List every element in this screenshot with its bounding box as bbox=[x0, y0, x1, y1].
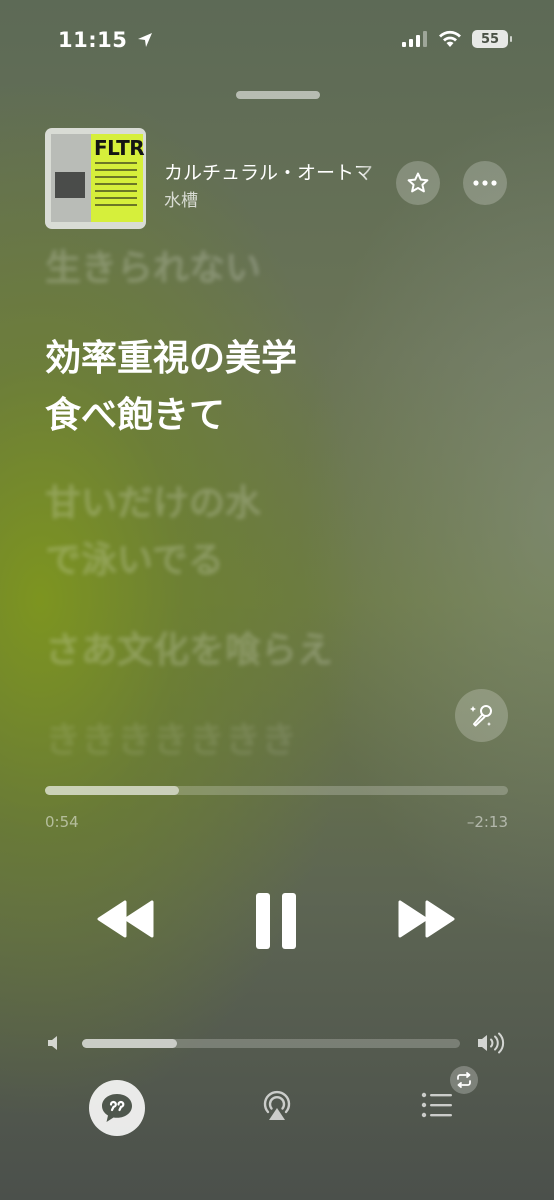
elapsed-time: 0:54 bbox=[45, 813, 79, 831]
album-artwork[interactable]: FLTR bbox=[45, 128, 146, 229]
quote-bubble-icon bbox=[102, 1094, 132, 1122]
repeat-icon bbox=[457, 1072, 471, 1088]
lyric-line-previous[interactable]: 生きられない bbox=[45, 240, 261, 298]
ellipsis-icon bbox=[473, 180, 497, 186]
sheet-grabber[interactable] bbox=[236, 91, 320, 99]
playback-scrubber[interactable] bbox=[45, 786, 508, 795]
lyric-line-upcoming[interactable]: ききききききき bbox=[45, 712, 297, 770]
queue-list-icon[interactable] bbox=[420, 1091, 454, 1119]
lyric-line-upcoming[interactable]: で泳いでる bbox=[45, 532, 224, 590]
microphone-sparkle-icon bbox=[469, 704, 492, 726]
lyric-line-active[interactable]: 効率重視の美学 bbox=[45, 330, 297, 388]
battery-icon: 55 bbox=[472, 30, 512, 48]
repeat-badge[interactable] bbox=[450, 1066, 478, 1094]
volume-high-icon bbox=[478, 1032, 505, 1054]
status-indicators: 55 bbox=[402, 30, 512, 48]
sing-mode-button[interactable] bbox=[455, 689, 508, 742]
playback-progress-fill bbox=[45, 786, 180, 795]
lyric-line-upcoming[interactable]: さあ文化を喰らえ bbox=[45, 622, 333, 680]
volume-low-icon bbox=[48, 1036, 57, 1050]
fast-forward-icon[interactable] bbox=[396, 897, 456, 941]
lyrics-button[interactable] bbox=[89, 1080, 145, 1136]
location-arrow-icon bbox=[138, 33, 153, 47]
song-title[interactable]: カルチュラル・オートマ bbox=[164, 158, 392, 185]
star-icon bbox=[407, 172, 429, 193]
cellular-signal-icon bbox=[402, 31, 427, 47]
artwork-logo: FLTR bbox=[94, 136, 145, 160]
more-button[interactable] bbox=[463, 161, 507, 205]
favorite-button[interactable] bbox=[396, 161, 440, 205]
status-time: 11:15 bbox=[58, 28, 153, 52]
volume-slider[interactable] bbox=[82, 1039, 460, 1048]
song-artist[interactable]: 水槽 bbox=[164, 186, 198, 211]
rewind-icon[interactable] bbox=[96, 897, 156, 941]
airplay-icon[interactable] bbox=[260, 1088, 294, 1122]
pause-icon[interactable] bbox=[252, 891, 300, 951]
lyric-line-active[interactable]: 食べ飽きて bbox=[45, 387, 225, 445]
wifi-icon bbox=[439, 30, 461, 47]
lyric-line-upcoming[interactable]: 甘いだけの水 bbox=[45, 475, 261, 533]
volume-slider-fill bbox=[82, 1039, 177, 1048]
remaining-time: –2:13 bbox=[466, 813, 508, 831]
